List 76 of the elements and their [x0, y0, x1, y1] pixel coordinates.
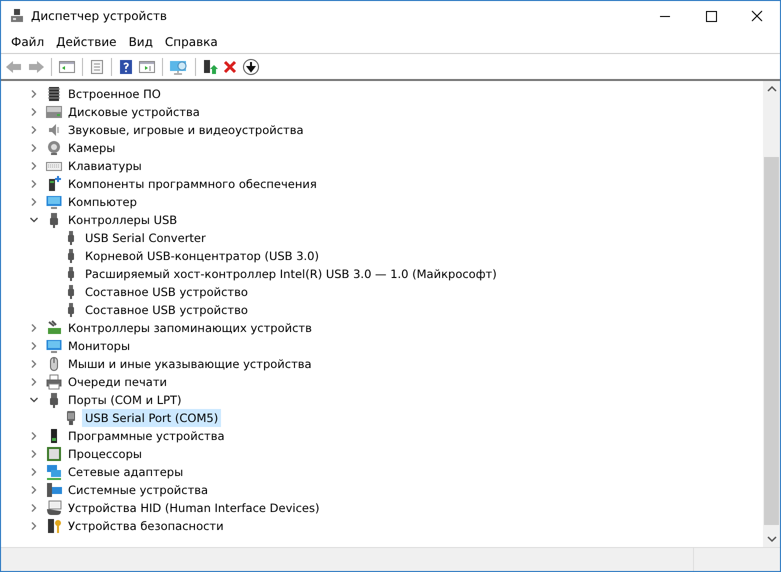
tree-item[interactable]: Корневой USB-концентратор (USB 3.0): [82, 247, 322, 265]
tree-item[interactable]: Контроллеры USB: [65, 211, 180, 229]
chip-icon: [46, 86, 62, 102]
vertical-scrollbar[interactable]: [763, 81, 780, 547]
tree-item[interactable]: Устройства HID (Human Interface Devices): [65, 499, 322, 517]
menu-item[interactable]: Действие: [50, 35, 123, 49]
expand-chevron-icon[interactable]: [29, 107, 39, 117]
download-icon[interactable]: [242, 58, 260, 76]
printer-icon: [46, 374, 62, 390]
expand-chevron-icon[interactable]: [29, 143, 39, 153]
console-tree-icon[interactable]: [58, 58, 76, 74]
tree-item[interactable]: Дисковые устройства: [65, 103, 203, 121]
window-title: Диспетчер устройств: [31, 9, 168, 23]
expand-chevron-icon[interactable]: [29, 521, 39, 531]
expand-chevron-icon[interactable]: [29, 431, 39, 441]
expand-chevron-icon[interactable]: [29, 341, 39, 351]
tree-item[interactable]: Сетевые адаптеры: [65, 463, 186, 481]
disk-drive-icon: [46, 104, 62, 120]
tree-item[interactable]: Мониторы: [65, 337, 134, 355]
tree-item[interactable]: Программные устройства: [65, 427, 228, 445]
storage-controller-icon: [46, 320, 62, 336]
tree-item[interactable]: Устройства безопасности: [65, 517, 227, 535]
security-key-icon: [46, 518, 62, 534]
component-icon: [46, 176, 62, 192]
scrollbar-thumb[interactable]: [764, 157, 779, 525]
tree-item[interactable]: Очереди печати: [65, 373, 170, 391]
tree-item[interactable]: Контроллеры запоминающих устройств: [65, 319, 315, 337]
hid-device-icon: [46, 500, 62, 516]
tree-item[interactable]: Процессоры: [65, 445, 145, 463]
expand-chevron-icon[interactable]: [29, 89, 39, 99]
webcam-icon: [46, 140, 62, 156]
tree-item[interactable]: Камеры: [65, 139, 118, 157]
expand-chevron-icon[interactable]: [29, 467, 39, 477]
network-icon: [46, 464, 62, 480]
tree-item[interactable]: Звуковые, игровые и видеоустройства: [65, 121, 307, 139]
scan-monitor-icon[interactable]: [169, 58, 189, 74]
menu-item[interactable]: Вид: [122, 35, 159, 49]
tree-item[interactable]: Клавиатуры: [65, 157, 145, 175]
system-icon: [46, 482, 62, 498]
monitor-icon: [46, 194, 62, 210]
back-icon[interactable]: [5, 58, 23, 74]
tree-item[interactable]: USB Serial Port (COM5): [82, 409, 222, 427]
expand-chevron-icon[interactable]: [29, 179, 39, 189]
menu-item[interactable]: Файл: [5, 35, 50, 49]
tree-item[interactable]: Расширяемый хост-контроллер Intel(R) USB 3.0 — 1.0 (Майкрософт): [82, 265, 500, 283]
properties-icon[interactable]: [89, 58, 105, 74]
help-icon[interactable]: [118, 58, 134, 74]
forward-icon[interactable]: [27, 58, 45, 74]
tree-item[interactable]: Компоненты программного обеспечения: [65, 175, 320, 193]
expand-chevron-icon[interactable]: [29, 449, 39, 459]
delete-icon[interactable]: [222, 58, 238, 74]
update-driver-icon[interactable]: [202, 58, 218, 74]
collapse-chevron-icon[interactable]: [29, 395, 39, 405]
tree-item[interactable]: Встроенное ПО: [65, 85, 164, 103]
tree-item[interactable]: Составное USB устройство: [82, 283, 251, 301]
monitor-icon: [46, 338, 62, 354]
processor-icon: [46, 446, 62, 462]
tree-item[interactable]: Системные устройства: [65, 481, 212, 499]
expand-chevron-icon[interactable]: [29, 485, 39, 495]
expand-chevron-icon[interactable]: [29, 503, 39, 513]
tree-item[interactable]: Мыши и иные указывающие устройства: [65, 355, 315, 373]
device-manager-icon: [9, 8, 25, 24]
menu-item[interactable]: Справка: [158, 35, 224, 49]
collapse-chevron-icon[interactable]: [29, 215, 39, 225]
expand-chevron-icon[interactable]: [29, 359, 39, 369]
tree-item[interactable]: Компьютер: [65, 193, 140, 211]
expand-chevron-icon[interactable]: [29, 161, 39, 171]
tree-item[interactable]: Порты (COM и LPT): [65, 391, 185, 409]
speaker-icon: [46, 122, 62, 138]
expand-chevron-icon[interactable]: [29, 125, 39, 135]
tree-item[interactable]: USB Serial Converter: [82, 229, 209, 247]
expand-chevron-icon[interactable]: [29, 377, 39, 387]
expand-chevron-icon[interactable]: [29, 323, 39, 333]
tree-item[interactable]: Составное USB устройство: [82, 301, 251, 319]
expand-chevron-icon[interactable]: [29, 197, 39, 207]
action-pane-icon[interactable]: [138, 58, 156, 74]
